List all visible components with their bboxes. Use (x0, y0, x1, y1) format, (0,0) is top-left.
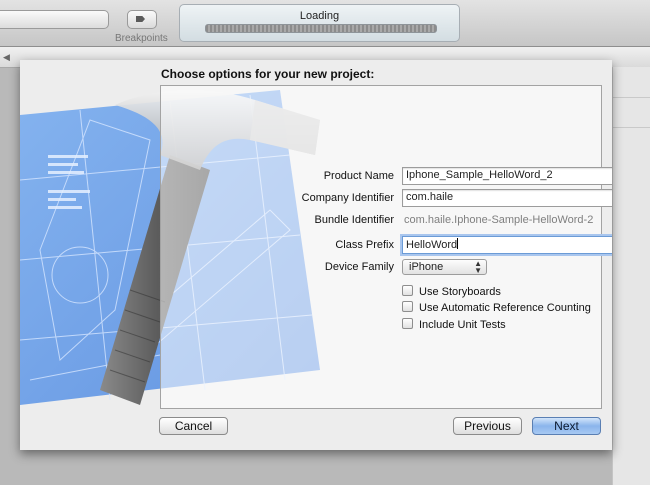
options-panel: Product Name Iphone_Sample_HelloWord_2 C… (160, 85, 612, 409)
next-button[interactable]: Next (532, 417, 601, 435)
device-family-value: iPhone (409, 261, 444, 273)
window-toolbar: Breakpoints Loading (0, 0, 650, 47)
text-caret (457, 238, 459, 249)
use-arc-option[interactable]: Use Automatic Reference Counting (402, 301, 591, 314)
breakpoints-button[interactable] (127, 10, 157, 29)
back-arrow-icon[interactable]: ◀ (3, 52, 10, 63)
activity-viewer: Loading (179, 4, 460, 42)
activity-status-text: Loading (299, 10, 340, 22)
panel-divider (613, 97, 650, 98)
up-down-arrows-icon: ▲ ▼ (474, 259, 482, 275)
use-arc-label: Use Automatic Reference Counting (419, 302, 591, 314)
use-storyboards-checkbox[interactable] (402, 285, 413, 296)
cancel-button[interactable]: Cancel (159, 417, 228, 435)
class-prefix-field[interactable]: HelloWord (402, 236, 612, 254)
include-unit-tests-checkbox[interactable] (402, 318, 413, 329)
sheet-title: Choose options for your new project: (161, 67, 375, 81)
product-name-label: Product Name (323, 170, 394, 182)
bundle-identifier-label: Bundle Identifier (314, 214, 395, 226)
breakpoints-label: Breakpoints (115, 33, 168, 44)
use-storyboards-label: Use Storyboards (419, 286, 501, 298)
include-unit-tests-label: Include Unit Tests (419, 319, 506, 331)
class-prefix-value: HelloWord (406, 239, 458, 251)
use-storyboards-option[interactable]: Use Storyboards (402, 285, 501, 298)
scheme-selector[interactable] (0, 10, 109, 29)
device-family-label: Device Family (324, 261, 394, 273)
include-unit-tests-option[interactable]: Include Unit Tests (402, 318, 506, 331)
company-identifier-label: Company Identifier (301, 192, 394, 204)
new-project-sheet: Choose options for your new project: Pro… (20, 60, 612, 450)
product-name-field[interactable]: Iphone_Sample_HelloWord_2 (402, 167, 612, 185)
use-arc-checkbox[interactable] (402, 301, 413, 312)
device-family-popup[interactable]: iPhone ▲ ▼ (402, 259, 487, 275)
activity-progress-bar (205, 24, 437, 33)
utilities-panel (612, 67, 650, 485)
bundle-identifier-value: com.haile.Iphone-Sample-HelloWord-2 (404, 214, 594, 226)
previous-button[interactable]: Previous (453, 417, 522, 435)
class-prefix-label: Class Prefix (335, 239, 394, 251)
breakpoint-arrow-icon (136, 16, 145, 22)
company-identifier-field[interactable]: com.haile (402, 189, 612, 207)
panel-divider (613, 127, 650, 128)
